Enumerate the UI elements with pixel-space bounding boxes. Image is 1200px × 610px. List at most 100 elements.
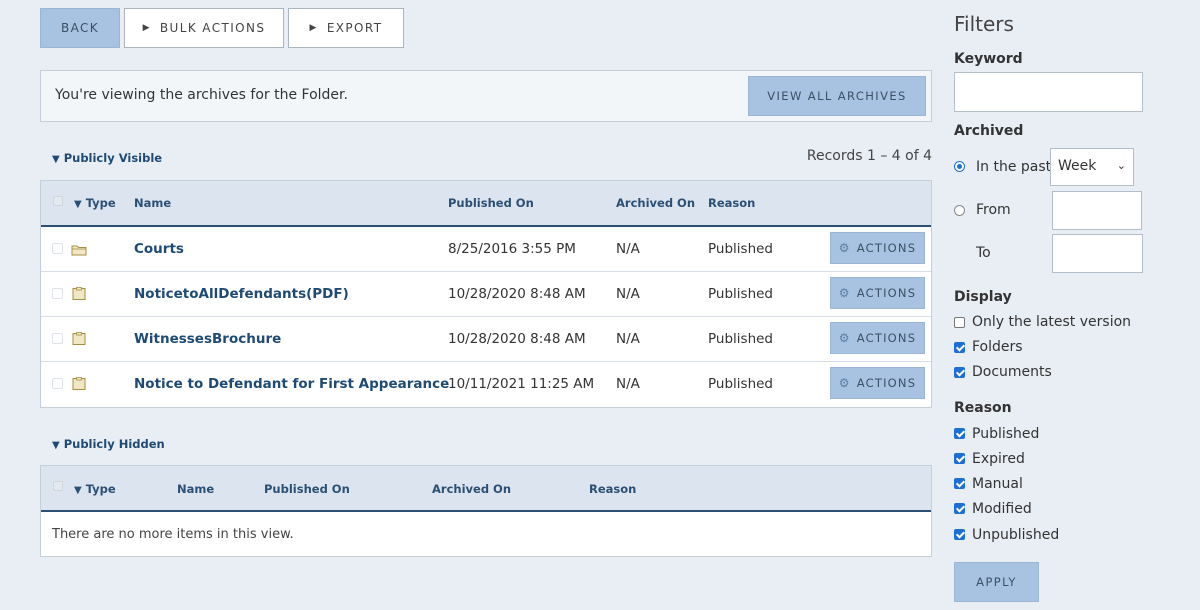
archive-notice: You're viewing the archives for the Fold…: [40, 70, 932, 122]
expired-label: Expired: [972, 451, 1025, 467]
archived-on-cell: N/A: [616, 376, 640, 392]
records-count: Records 1 – 4 of 4: [806, 148, 932, 164]
document-icon: [71, 331, 87, 350]
chevron-down-icon: ⌄: [1116, 159, 1126, 172]
to-date-input[interactable]: [1052, 234, 1143, 273]
view-all-archives-button[interactable]: VIEW ALL ARCHIVES: [748, 76, 926, 116]
reason-cell: Published: [708, 286, 773, 302]
published-on-cell: 10/11/2021 11:25 AM: [448, 376, 595, 392]
empty-message: There are no more items in this view.: [52, 527, 294, 542]
reason-cell: Published: [708, 376, 773, 392]
expired-checkbox[interactable]: [954, 453, 965, 464]
back-button[interactable]: BACK: [40, 8, 120, 48]
reason-cell: Published: [708, 331, 773, 347]
published-on-column-header[interactable]: Published On: [448, 196, 534, 210]
folders-label: Folders: [972, 339, 1023, 355]
item-name-link[interactable]: WitnessesBrochure: [134, 331, 281, 347]
type-column-header[interactable]: ▼ Type: [74, 196, 116, 210]
actions-button[interactable]: ⚙ ACTIONS: [830, 232, 925, 264]
keyword-input[interactable]: [954, 72, 1143, 112]
notice-text: You're viewing the archives for the Fold…: [55, 87, 348, 103]
published-on-cell: 10/28/2020 8:48 AM: [448, 331, 586, 347]
actions-button[interactable]: ⚙ ACTIONS: [830, 277, 925, 309]
from-date-input[interactable]: [1052, 191, 1142, 230]
published-checkbox[interactable]: [954, 428, 965, 439]
published-on-column-header[interactable]: Published On: [264, 482, 350, 496]
row-checkbox[interactable]: [52, 378, 63, 389]
published-on-cell: 8/25/2016 3:55 PM: [448, 241, 576, 257]
modified-checkbox[interactable]: [954, 503, 965, 514]
actions-label: ACTIONS: [856, 286, 917, 300]
published-on-cell: 10/28/2020 8:48 AM: [448, 286, 586, 302]
unpublished-checkbox[interactable]: [954, 529, 965, 540]
latest-version-label: Only the latest version: [972, 314, 1132, 330]
actions-label: ACTIONS: [856, 376, 917, 390]
table-header: ▼ Type Name Published On Archived On Reas…: [41, 181, 931, 227]
row-checkbox[interactable]: [52, 333, 63, 344]
published-label: Published: [972, 426, 1040, 442]
documents-checkbox[interactable]: [954, 367, 965, 378]
reason-label: Reason: [954, 400, 1012, 416]
row-checkbox[interactable]: [52, 243, 63, 254]
reason-column-header[interactable]: Reason: [589, 482, 636, 496]
select-all-checkbox[interactable]: [53, 196, 63, 206]
caret-down-icon: ▼: [74, 485, 82, 496]
table-row: Courts 8/25/2016 3:55 PM N/A Published ⚙…: [41, 227, 931, 272]
document-icon: [71, 286, 87, 305]
publicly-visible-title: Publicly Visible: [63, 151, 163, 165]
to-label: To: [976, 245, 991, 261]
period-select-value: Week: [1058, 158, 1097, 174]
item-name-link[interactable]: Courts: [134, 241, 184, 257]
document-icon: [71, 376, 87, 395]
modified-label: Modified: [972, 501, 1032, 517]
table-row: NoticetoAllDefendants(PDF) 10/28/2020 8:…: [41, 272, 931, 317]
caret-down-icon: ▼: [52, 154, 60, 165]
name-column-header[interactable]: Name: [134, 196, 171, 210]
actions-label: ACTIONS: [856, 241, 917, 255]
item-name-link[interactable]: NoticetoAllDefendants(PDF): [134, 286, 349, 302]
gear-icon: ⚙: [838, 331, 851, 345]
manual-checkbox[interactable]: [954, 478, 965, 489]
archived-on-cell: N/A: [616, 241, 640, 257]
manual-label: Manual: [972, 476, 1023, 492]
archived-on-column-header[interactable]: Archived On: [616, 196, 695, 210]
folders-checkbox[interactable]: [954, 342, 965, 353]
latest-version-checkbox[interactable]: [954, 317, 965, 328]
in-the-past-radio[interactable]: [954, 161, 965, 172]
folder-icon: [71, 241, 87, 260]
gear-icon: ⚙: [838, 241, 851, 255]
back-button-label: BACK: [60, 21, 100, 35]
caret-down-icon: ▼: [52, 440, 60, 451]
apply-button[interactable]: APPLY: [954, 562, 1039, 602]
item-name-link[interactable]: Notice to Defendant for First Appearance: [134, 376, 449, 392]
keyword-label: Keyword: [954, 51, 1023, 67]
actions-button[interactable]: ⚙ ACTIONS: [830, 322, 925, 354]
reason-cell: Published: [708, 241, 773, 257]
publicly-visible-toggle[interactable]: ▼ Publicly Visible: [52, 151, 162, 165]
reason-column-header[interactable]: Reason: [708, 196, 755, 210]
name-column-header[interactable]: Name: [177, 482, 214, 496]
archived-on-column-header[interactable]: Archived On: [432, 482, 511, 496]
table-header: ▼ Type Name Published On Archived On Reas…: [41, 466, 931, 512]
actions-button[interactable]: ⚙ ACTIONS: [830, 367, 925, 399]
gear-icon: ⚙: [838, 376, 851, 390]
caret-down-icon: ▼: [74, 199, 82, 210]
play-triangle-icon: ▶: [309, 23, 318, 33]
actions-label: ACTIONS: [856, 331, 917, 345]
select-all-checkbox[interactable]: [53, 481, 63, 491]
publicly-hidden-toggle[interactable]: ▼ Publicly Hidden: [52, 437, 165, 451]
from-radio[interactable]: [954, 205, 965, 216]
bulk-actions-button[interactable]: ▶ BULK ACTIONS: [124, 8, 284, 48]
display-label: Display: [954, 289, 1012, 305]
table-row: WitnessesBrochure 10/28/2020 8:48 AM N/A…: [41, 317, 931, 362]
export-button[interactable]: ▶ EXPORT: [288, 8, 404, 48]
row-checkbox[interactable]: [52, 288, 63, 299]
publicly-hidden-table: ▼ Type Name Published On Archived On Reas…: [40, 465, 932, 557]
type-header-label: Type: [85, 482, 116, 496]
bulk-actions-label: BULK ACTIONS: [159, 21, 266, 35]
filters-title: Filters: [954, 12, 1014, 36]
play-triangle-icon: ▶: [142, 23, 151, 33]
type-column-header[interactable]: ▼ Type: [74, 482, 116, 496]
in-the-past-label: In the past: [976, 159, 1052, 175]
period-select[interactable]: Week ⌄: [1050, 148, 1134, 186]
